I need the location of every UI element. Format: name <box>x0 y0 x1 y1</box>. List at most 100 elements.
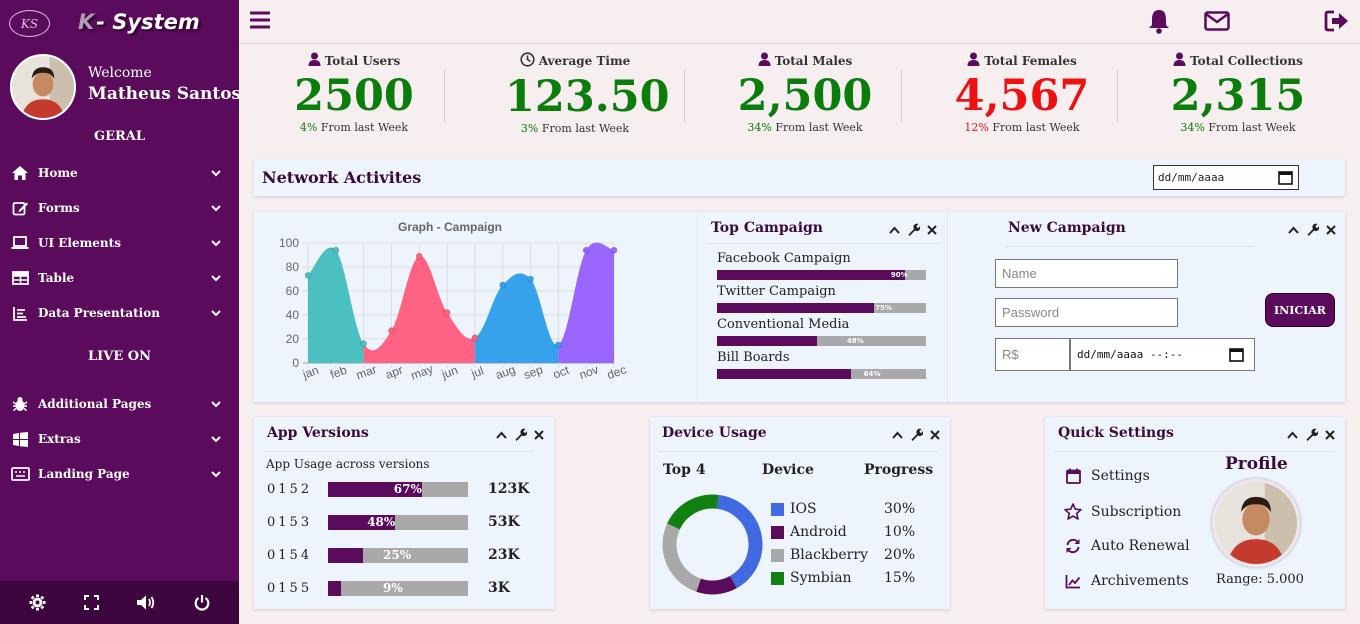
sidebar-item-label: Table <box>38 271 75 285</box>
stat-total-females: Total Females 4,567 12% From last Week <box>952 52 1092 134</box>
wrench-icon[interactable] <box>1305 428 1318 441</box>
stat-change-label: From last Week <box>775 121 863 134</box>
data-point <box>332 246 340 254</box>
date-placeholder: dd/mm/aaaa <box>1158 171 1225 184</box>
collapse-icon[interactable] <box>892 431 903 439</box>
donut-slice <box>662 523 702 592</box>
panel-tools <box>889 223 937 236</box>
close-icon[interactable] <box>534 429 544 440</box>
password-input[interactable]: Password <box>995 298 1178 327</box>
close-icon[interactable] <box>1325 429 1335 440</box>
wrench-icon[interactable] <box>514 428 527 441</box>
sidebar-item-data-presentation[interactable]: Data Presentation <box>0 298 239 328</box>
home-icon <box>10 164 30 182</box>
collapse-icon[interactable] <box>1287 431 1298 439</box>
avatar[interactable] <box>10 54 76 120</box>
quick-setting-archivements[interactable]: Archivements <box>1063 573 1189 589</box>
wrench-icon[interactable] <box>1306 223 1319 236</box>
divider <box>697 212 698 402</box>
panel-tools <box>1287 428 1335 441</box>
progress-fill <box>328 548 363 563</box>
app-version-row: 0153 48% 53K <box>267 514 547 532</box>
input-placeholder: Password <box>1002 305 1060 320</box>
sidebar-item-ui-elements[interactable]: UI Elements <box>0 228 239 258</box>
divider <box>264 451 534 452</box>
stat-value: 2500 <box>294 71 414 121</box>
user-icon <box>758 52 771 69</box>
close-icon[interactable] <box>1326 224 1336 235</box>
sidebar-item-label: Landing Page <box>38 467 130 481</box>
collapse-icon[interactable] <box>496 431 507 439</box>
sidebar-item-landing-page[interactable]: Landing Page <box>0 459 239 489</box>
x-tick-label: aug <box>494 362 518 382</box>
x-tick-label: mar <box>354 362 378 382</box>
divider <box>444 70 445 122</box>
progress-fill <box>717 369 851 379</box>
menu-icon[interactable] <box>249 10 271 34</box>
laptop-icon <box>10 234 30 252</box>
divider <box>1055 451 1335 452</box>
quick-setting-auto-renewal[interactable]: Auto Renewal <box>1063 538 1190 554</box>
sidebar-item-table[interactable]: Table <box>0 263 239 293</box>
stat-change-label: From last Week <box>992 121 1080 134</box>
chevron-down-icon <box>211 306 221 320</box>
bell-icon[interactable] <box>1147 8 1171 38</box>
network-date-input[interactable]: dd/mm/aaaa <box>1153 165 1299 190</box>
sidebar-item-label: Extras <box>38 432 81 446</box>
collapse-icon[interactable] <box>889 226 900 234</box>
sidebar-item-home[interactable]: Home <box>0 158 239 188</box>
fullscreen-icon[interactable] <box>83 595 99 610</box>
sidebar-item-forms[interactable]: Forms <box>0 193 239 223</box>
close-icon[interactable] <box>927 224 937 235</box>
sidebar-item-additional-pages[interactable]: Additional Pages <box>0 389 239 419</box>
logout-icon[interactable] <box>1324 10 1350 36</box>
panel-tools <box>496 428 544 441</box>
welcome-text: Welcome <box>88 65 152 81</box>
divider <box>1005 246 1255 247</box>
currency-input[interactable]: R$ <box>995 338 1070 371</box>
chart-areas <box>308 242 614 363</box>
brand-k: K <box>78 10 95 34</box>
chevron-down-icon <box>211 397 221 411</box>
wrench-icon[interactable] <box>910 428 923 441</box>
close-icon[interactable] <box>930 429 940 440</box>
volume-icon[interactable] <box>136 594 156 611</box>
iniciar-button[interactable]: INICIAR <box>1265 293 1335 327</box>
logo[interactable]: KS <box>9 10 50 37</box>
datetime-input[interactable]: dd/mm/aaaa --:-- <box>1070 338 1255 371</box>
quick-setting-label: Settings <box>1091 468 1150 484</box>
stat-value: 2,315 <box>1170 71 1306 121</box>
version-count: 23K <box>488 547 520 563</box>
progress-fill <box>328 581 341 596</box>
data-point <box>415 252 423 260</box>
area-segment <box>558 242 614 363</box>
device-pct: 15% <box>884 570 916 586</box>
calendar-icon[interactable] <box>1229 347 1244 362</box>
stat-change-label: From last Week <box>541 122 630 135</box>
sidebar: KS K- System Welcome Matheus Santos GERA… <box>0 0 241 624</box>
divider <box>705 243 940 244</box>
quick-setting-subscription[interactable]: Subscription <box>1063 503 1181 520</box>
x-tick-label: jun <box>439 363 460 382</box>
power-icon[interactable] <box>194 594 210 611</box>
stat-value: 123.50 <box>505 72 670 122</box>
column-header-device: Device <box>762 462 814 478</box>
section-title-live-on: LIVE ON <box>88 349 151 364</box>
gear-icon[interactable] <box>29 594 46 611</box>
version-progress: 25% <box>328 548 468 563</box>
wrench-icon[interactable] <box>907 223 920 236</box>
x-tick-label: sep <box>522 362 545 382</box>
name-input[interactable]: Name <box>995 259 1178 288</box>
collapse-icon[interactable] <box>1288 226 1299 234</box>
sidebar-item-extras[interactable]: Extras <box>0 424 239 454</box>
quick-setting-label: Archivements <box>1091 573 1189 589</box>
area-segment <box>474 273 559 363</box>
campaign-chart: Graph - Campaign 020406080100 jan feb mar a… <box>279 220 628 383</box>
profile-avatar[interactable] <box>1212 479 1300 567</box>
calendar-icon[interactable] <box>1278 170 1293 188</box>
stat-value: 4,567 <box>954 71 1090 121</box>
mail-icon[interactable] <box>1204 11 1230 35</box>
version-count: 3K <box>488 580 510 596</box>
quick-setting-settings[interactable]: Settings <box>1063 468 1150 484</box>
version-label: 0153 <box>267 515 313 530</box>
